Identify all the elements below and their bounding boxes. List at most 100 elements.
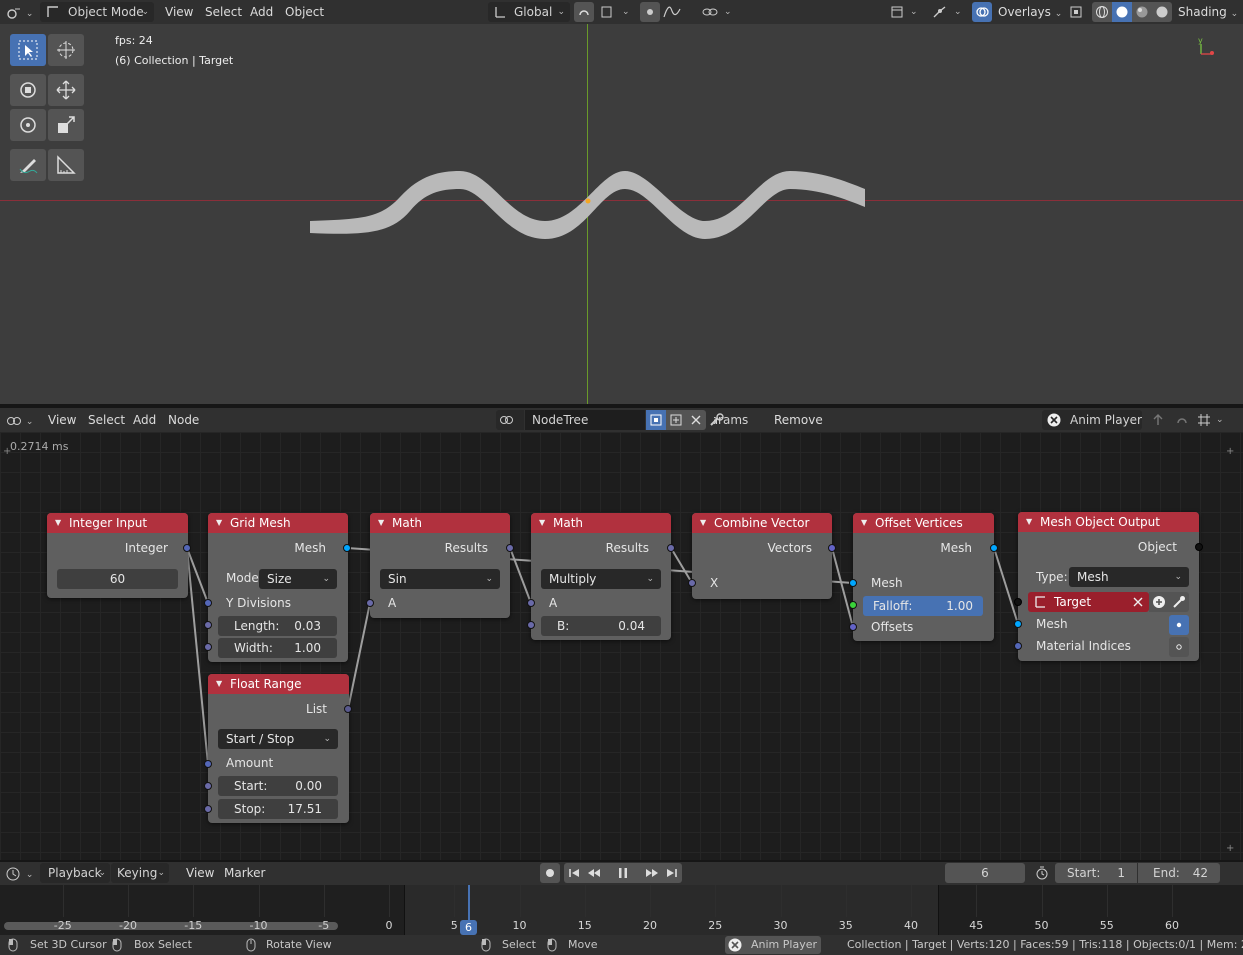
mesh-object[interactable] xyxy=(300,159,880,239)
material-toggle[interactable] xyxy=(1169,637,1189,657)
range-mode-dropdown[interactable]: Start / Stop ⌄ xyxy=(218,729,338,749)
shading-solid[interactable] xyxy=(1112,2,1132,22)
start-frame-field[interactable]: Start: 1 xyxy=(1055,863,1137,883)
node-combine-vector[interactable]: Combine Vector Vectors X xyxy=(692,513,832,599)
node-title[interactable]: Grid Mesh xyxy=(208,513,348,533)
node-menu-node[interactable]: Node xyxy=(168,410,199,430)
node-menu-view[interactable]: View xyxy=(48,410,76,430)
snap-toggle[interactable] xyxy=(574,2,594,22)
node-title[interactable]: Integer Input xyxy=(47,513,188,533)
3d-viewport[interactable]: fps: 24 (6) Collection | Target y xyxy=(0,24,1243,404)
snap-target-dropdown[interactable]: ⌄ xyxy=(596,2,634,22)
socket-object-out[interactable] xyxy=(1195,543,1203,551)
node-title[interactable]: Mesh Object Output xyxy=(1018,512,1199,532)
new-tree-button[interactable] xyxy=(666,410,686,430)
node-title[interactable]: Math xyxy=(370,513,510,533)
socket-vectors-out[interactable] xyxy=(828,544,836,552)
socket-y-divisions-in[interactable] xyxy=(204,599,212,607)
orientation-dropdown[interactable]: Global ⌄ xyxy=(488,2,570,22)
node-grid-mesh[interactable]: Grid Mesh Mesh Mode: Size ⌄ Y Divisions … xyxy=(208,513,348,662)
overlays-dropdown[interactable]: Overlays ⌄ xyxy=(998,2,1062,22)
mode-dropdown[interactable]: Size ⌄ xyxy=(259,569,337,589)
socket-math1-a-in[interactable] xyxy=(366,599,374,607)
current-frame-field[interactable]: 6 xyxy=(945,863,1025,883)
editor-type-button[interactable]: ⌄ xyxy=(6,2,33,22)
timeline-menu-marker[interactable]: Marker xyxy=(224,863,265,883)
node-title[interactable]: Combine Vector xyxy=(692,513,832,533)
jump-start-button[interactable] xyxy=(564,863,584,883)
socket-integer-out[interactable] xyxy=(183,544,191,552)
stop-field[interactable]: Stop: 17.51 xyxy=(218,799,338,819)
snap-node-toggle[interactable] xyxy=(1172,410,1192,430)
anim-player-toggle[interactable]: Anim Player xyxy=(1042,410,1142,430)
socket-math2-results-out[interactable] xyxy=(667,544,675,552)
end-frame-field[interactable]: End: 42 xyxy=(1138,863,1220,883)
timeline[interactable]: -25 -20 -15 -10 -5 0 5 10 15 20 25 30 35 40 45 50 55 60 6 xyxy=(0,885,1243,935)
socket-math2-a-in[interactable] xyxy=(527,599,535,607)
socket-grid-mesh-out[interactable] xyxy=(343,544,351,552)
operation-dropdown[interactable]: Sin ⌄ xyxy=(380,569,500,589)
unlink-tree-button[interactable] xyxy=(686,410,706,430)
socket-start-in[interactable] xyxy=(204,782,212,790)
timeline-menu-view[interactable]: View xyxy=(186,863,214,883)
node-math-multiply[interactable]: Math Results Multiply ⌄ A B: 0.04 xyxy=(531,513,671,640)
socket-list-out[interactable] xyxy=(344,705,352,713)
keying-dropdown[interactable]: Keying ⌄ xyxy=(111,863,169,883)
width-field[interactable]: Width: 1.00 xyxy=(218,638,337,658)
operation-dropdown[interactable]: Multiply ⌄ xyxy=(541,569,661,589)
node-menu-select[interactable]: Select xyxy=(88,410,125,430)
remove-button[interactable]: Remove xyxy=(774,410,823,430)
socket-offset-mesh-out[interactable] xyxy=(990,544,998,552)
socket-stop-in[interactable] xyxy=(204,805,212,813)
falloff-field[interactable]: Falloff: 1.00 xyxy=(863,596,983,616)
scale-tool[interactable] xyxy=(48,109,84,141)
menu-object[interactable]: Object xyxy=(285,2,324,22)
node-float-range[interactable]: Float Range List Start / Stop ⌄ Amount S… xyxy=(208,674,349,823)
node-title[interactable]: Float Range xyxy=(208,674,349,694)
visibility-dropdown[interactable]: ⌄ xyxy=(886,2,924,22)
overlays-toggle[interactable] xyxy=(972,2,992,22)
jump-end-button[interactable] xyxy=(662,863,682,883)
node-title[interactable]: Offset Vertices xyxy=(853,513,994,533)
shading-dropdown[interactable]: Shading ⌄ xyxy=(1178,2,1238,22)
status-anim-player[interactable]: Anim Player xyxy=(725,936,821,954)
params-button[interactable]: Params xyxy=(708,410,758,430)
xray-toggle[interactable] xyxy=(1066,2,1086,22)
move-tool[interactable] xyxy=(48,74,84,106)
socket-offset-mesh-in[interactable] xyxy=(849,579,857,587)
shading-wireframe[interactable] xyxy=(1092,2,1112,22)
cursor-tool[interactable] xyxy=(48,34,84,66)
falloff-dropdown[interactable] xyxy=(662,2,692,22)
auto-keying-toggle[interactable] xyxy=(540,863,560,883)
annotate-tool[interactable] xyxy=(10,149,46,181)
socket-math2-b-in[interactable] xyxy=(527,621,535,629)
shading-rendered[interactable] xyxy=(1152,2,1172,22)
socket-width-in[interactable] xyxy=(204,643,212,651)
pause-button[interactable] xyxy=(604,863,642,883)
parent-node-tree-button[interactable] xyxy=(1148,410,1168,430)
node-math-sin[interactable]: Math Results Sin ⌄ A xyxy=(370,513,510,618)
socket-offsets-in[interactable] xyxy=(849,623,857,631)
fake-user-toggle[interactable] xyxy=(646,410,666,430)
new-object-button[interactable] xyxy=(1149,592,1169,612)
clear-icon[interactable] xyxy=(1132,596,1144,608)
length-field[interactable]: Length: 0.03 xyxy=(218,616,337,636)
node-menu-add[interactable]: Add xyxy=(133,410,156,430)
rotate-tool[interactable] xyxy=(10,109,46,141)
socket-falloff-in[interactable] xyxy=(849,601,857,609)
node-integer-input[interactable]: Integer Input Integer 60 xyxy=(47,513,188,598)
proportional-edit-toggle[interactable] xyxy=(640,2,660,22)
jump-keyframe-forward-button[interactable] xyxy=(642,863,662,883)
measure-tool[interactable] xyxy=(48,149,84,181)
integer-value-field[interactable]: 60 xyxy=(57,569,178,589)
gizmo-dropdown[interactable]: ⌄ xyxy=(928,2,966,22)
transform-pivot-dropdown[interactable]: ⌄ xyxy=(700,2,738,22)
mode-dropdown[interactable]: Object Mode ⌄ xyxy=(40,2,154,22)
socket-length-in[interactable] xyxy=(204,621,212,629)
menu-select[interactable]: Select xyxy=(205,2,242,22)
node-offset-vertices[interactable]: Offset Vertices Mesh Mesh Falloff: 1.00 … xyxy=(853,513,994,641)
b-field[interactable]: B: 0.04 xyxy=(541,616,661,636)
socket-object-in[interactable] xyxy=(1014,598,1022,606)
menu-view[interactable]: View xyxy=(165,2,193,22)
playhead[interactable]: 6 xyxy=(460,920,477,935)
